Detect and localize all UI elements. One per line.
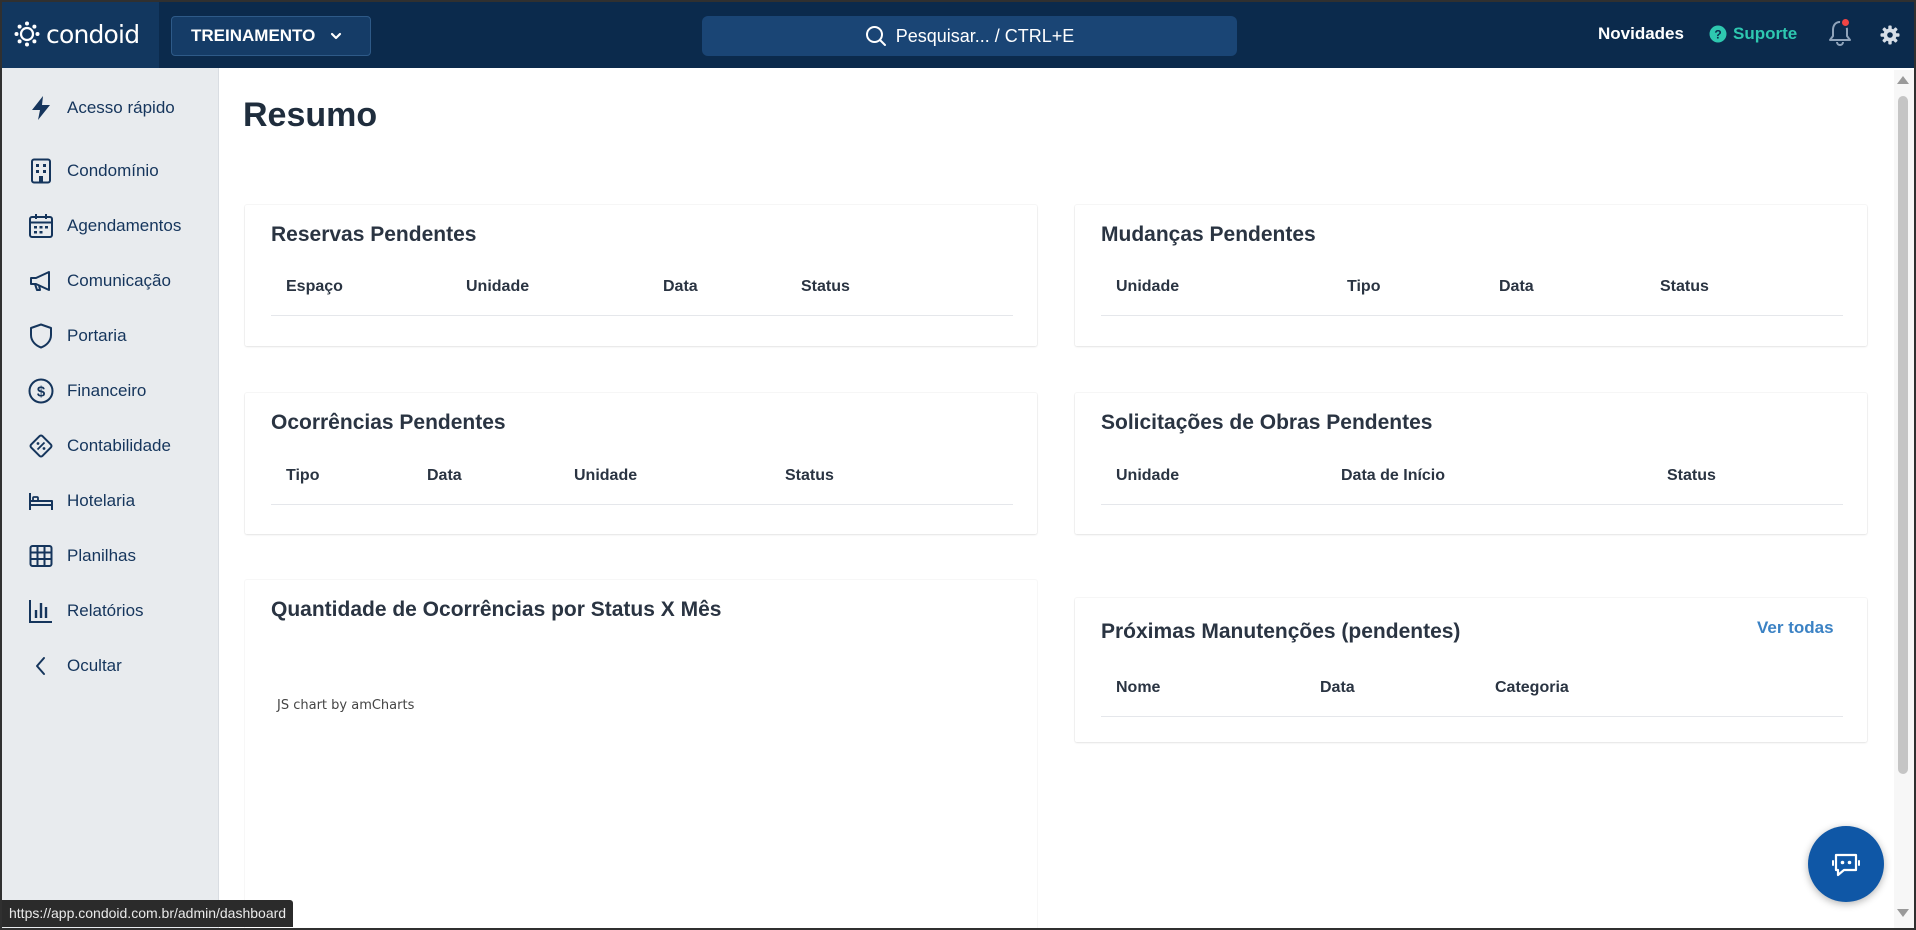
status-bar-url: https://app.condoid.com.br/admin/dashboa…: [2, 900, 294, 927]
bed-icon: [29, 493, 53, 510]
card-title: Solicitações de Obras Pendentes: [1101, 411, 1433, 434]
gear-icon[interactable]: [1880, 25, 1900, 45]
environment-label: TREINAMENTO: [191, 26, 316, 45]
brand-name: condoid: [46, 19, 140, 49]
column-header[interactable]: Tipo: [286, 467, 319, 485]
sidebar-item-comunicacao[interactable]: Comunicação: [27, 265, 171, 297]
sidebar-item-condominio[interactable]: Condomínio: [27, 155, 159, 187]
building-icon: [31, 158, 51, 184]
sidebar-item-contabilidade[interactable]: Contabilidade: [27, 430, 171, 462]
bar-chart-icon: [29, 600, 52, 623]
card-title: Mudanças Pendentes: [1101, 223, 1316, 246]
svg-text:$: $: [37, 384, 46, 401]
amcharts-credit[interactable]: JS chart by amCharts: [277, 698, 414, 713]
column-header[interactable]: Unidade: [574, 467, 637, 485]
sidebar-item-label: Acesso rápido: [67, 98, 175, 117]
search-bar[interactable]: Pesquisar... / CTRL+E: [702, 16, 1237, 56]
column-header[interactable]: Data: [663, 278, 698, 296]
column-header[interactable]: Categoria: [1495, 679, 1569, 697]
grid-icon: [29, 545, 53, 567]
column-header[interactable]: Unidade: [466, 278, 529, 296]
news-link[interactable]: Novidades: [1598, 24, 1684, 44]
chevron-down-icon: [330, 32, 342, 40]
sidebar-item-relatorios[interactable]: Relatórios: [27, 595, 144, 627]
sidebar-item-label: Relatórios: [67, 601, 144, 620]
ocorrencias-chart-card: Quantidade de Ocorrências por Status X M…: [245, 580, 1037, 930]
column-header[interactable]: Unidade: [1116, 467, 1179, 485]
table-header: Nome Data Categoria: [1101, 669, 1843, 717]
search-placeholder: Pesquisar... / CTRL+E: [895, 25, 1075, 46]
card-title: Ocorrências Pendentes: [271, 411, 506, 434]
chat-bot-button[interactable]: [1808, 826, 1884, 902]
column-header[interactable]: Status: [785, 467, 834, 485]
card-title: Quantidade de Ocorrências por Status X M…: [271, 598, 722, 621]
chat-bot-icon: [1832, 853, 1860, 877]
top-bar: condoid TREINAMENTO Pesquisar... / CTRL+…: [0, 0, 1916, 68]
scroll-up-arrow-icon[interactable]: [1897, 76, 1909, 84]
ocorrencias-pendentes-card: Ocorrências Pendentes Tipo Data Unidade …: [245, 393, 1037, 534]
sidebar-item-portaria[interactable]: Portaria: [27, 320, 127, 352]
page-title: Resumo: [243, 96, 378, 134]
sidebar-item-label: Financeiro: [67, 381, 147, 400]
sidebar-item-label: Hotelaria: [67, 491, 136, 510]
column-header[interactable]: Status: [1667, 467, 1716, 485]
column-header[interactable]: Data: [1499, 278, 1534, 296]
chevron-left-icon: [36, 657, 45, 675]
search-icon: [865, 26, 886, 46]
sidebar-item-financeiro[interactable]: $ Financeiro: [27, 375, 146, 407]
column-header[interactable]: Status: [1660, 278, 1709, 296]
mudancas-pendentes-card: Mudanças Pendentes Unidade Tipo Data Sta…: [1075, 205, 1867, 346]
notification-badge: [1840, 17, 1851, 28]
scroll-down-arrow-icon[interactable]: [1897, 909, 1909, 917]
card-title: Próximas Manutenções (pendentes): [1101, 620, 1461, 643]
sidebar-item-planilhas[interactable]: Planilhas: [27, 540, 136, 572]
sidebar-item-acesso-rapido[interactable]: Acesso rápido: [27, 92, 175, 124]
bolt-icon: [32, 96, 50, 120]
column-header[interactable]: Data de Início: [1341, 467, 1445, 485]
sidebar-item-label: Portaria: [67, 326, 127, 345]
svg-text:?: ?: [1714, 28, 1721, 42]
percent-tag-icon: [29, 434, 53, 458]
sidebar-item-label: Comunicação: [67, 271, 171, 290]
table-header: Tipo Data Unidade Status: [271, 457, 1013, 505]
scrollbar-thumb[interactable]: [1898, 96, 1908, 774]
sidebar-item-label: Agendamentos: [67, 216, 182, 235]
support-label: Suporte: [1733, 24, 1798, 43]
obras-pendentes-card: Solicitações de Obras Pendentes Unidade …: [1075, 393, 1867, 534]
column-header[interactable]: Espaço: [286, 278, 343, 296]
table-header: Espaço Unidade Data Status: [271, 268, 1013, 316]
column-header[interactable]: Unidade: [1116, 278, 1179, 296]
environment-select[interactable]: TREINAMENTO: [171, 16, 371, 56]
column-header[interactable]: Nome: [1116, 679, 1160, 697]
sidebar: Acesso rápido Condomínio Agendamentos Co…: [0, 68, 219, 930]
sidebar-item-hotelaria[interactable]: Hotelaria: [27, 485, 135, 517]
help-circle-icon: ?: [1709, 25, 1727, 43]
megaphone-icon: [30, 271, 50, 291]
sidebar-item-agendamentos[interactable]: Agendamentos: [27, 210, 181, 242]
dollar-icon: $: [28, 378, 54, 404]
condoid-logo-icon: [14, 21, 40, 47]
sidebar-item-label: Ocultar: [67, 656, 122, 675]
sidebar-item-label: Contabilidade: [67, 436, 171, 455]
support-link[interactable]: ? Suporte: [1709, 24, 1797, 44]
sidebar-item-label: Planilhas: [67, 546, 136, 565]
card-title: Reservas Pendentes: [271, 223, 477, 246]
calendar-icon: [29, 214, 53, 238]
sidebar-collapse-button[interactable]: Ocultar: [27, 650, 122, 682]
ver-todas-link[interactable]: Ver todas: [1757, 618, 1834, 638]
table-header: Unidade Tipo Data Status: [1101, 268, 1843, 316]
column-header[interactable]: Status: [801, 278, 850, 296]
column-header[interactable]: Data: [427, 467, 462, 485]
sidebar-item-label: Condomínio: [67, 161, 159, 180]
shield-icon: [30, 323, 52, 349]
reservas-pendentes-card: Reservas Pendentes Espaço Unidade Data S…: [245, 205, 1037, 346]
column-header[interactable]: Data: [1320, 679, 1355, 697]
brand-logo[interactable]: condoid: [0, 0, 159, 68]
manutencoes-card: Próximas Manutenções (pendentes) Ver tod…: [1075, 598, 1867, 742]
table-header: Unidade Data de Início Status: [1101, 457, 1843, 505]
column-header[interactable]: Tipo: [1347, 278, 1380, 296]
